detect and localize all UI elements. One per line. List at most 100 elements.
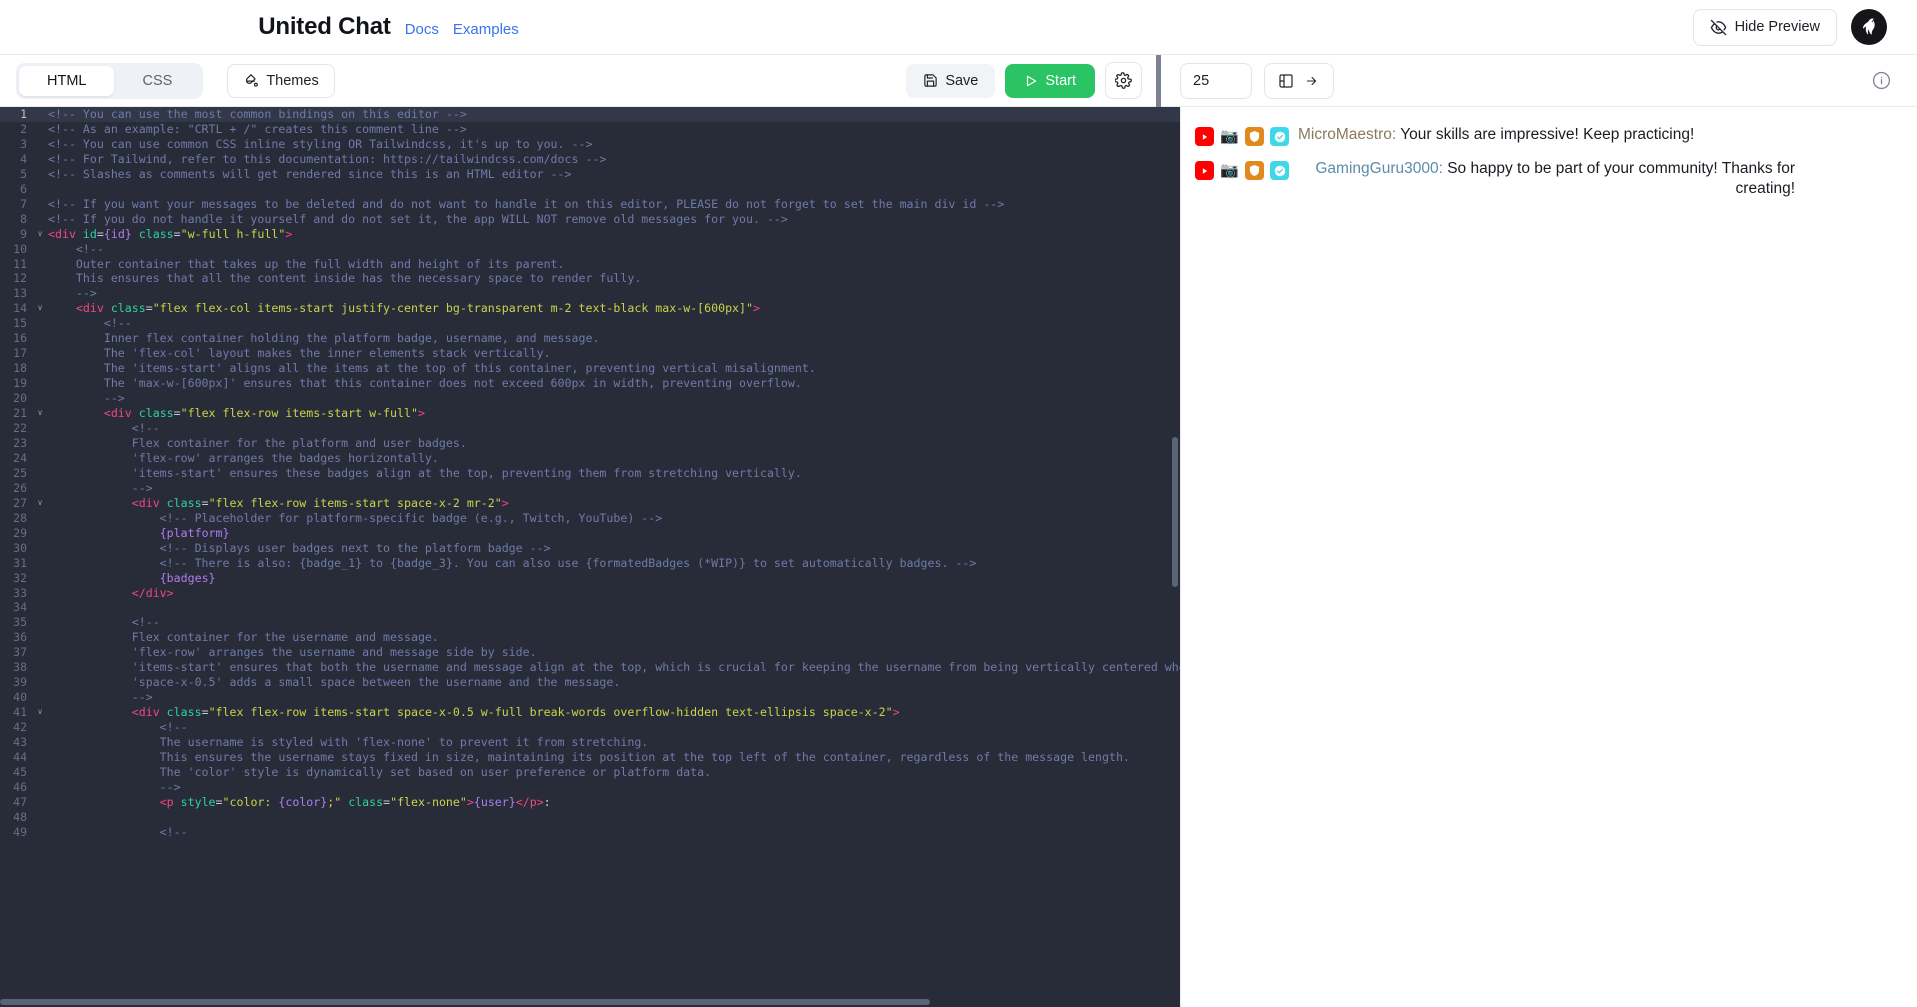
fold-chevron-icon[interactable]: ∨: [34, 301, 46, 316]
code-line[interactable]: 45 The 'color' style is dynamically set …: [0, 765, 1180, 780]
moderator-icon: [1245, 161, 1264, 180]
code-line[interactable]: 15 <!--: [0, 316, 1180, 331]
code-line[interactable]: 21 ∨ <div class="flex flex-row items-star…: [0, 406, 1180, 421]
code-line-content: The 'items-start' aligns all the items a…: [48, 361, 816, 376]
editor-horizontal-scrollbar[interactable]: [0, 996, 1169, 1007]
line-number: 42: [13, 720, 27, 735]
editor-vertical-scrollbar-thumb[interactable]: [1172, 437, 1178, 587]
line-number: 8: [20, 211, 27, 226]
line-number: 20: [13, 391, 27, 406]
code-line[interactable]: 17 The 'flex-col' layout makes the inner…: [0, 346, 1180, 361]
fold-spacer: [34, 541, 46, 556]
top-header: United Chat Docs Examples Hide Preview: [0, 0, 1917, 55]
message-count-input[interactable]: 25: [1180, 62, 1252, 99]
code-line[interactable]: 44 This ensures the username stays fixed…: [0, 750, 1180, 765]
code-line[interactable]: 4 <!-- For Tailwind, refer to this docume…: [0, 152, 1180, 167]
fold-chevron-icon[interactable]: ∨: [34, 705, 46, 720]
code-line[interactable]: 43 The username is styled with 'flex-non…: [0, 735, 1180, 750]
code-line[interactable]: 14 ∨ <div class="flex flex-col items-star…: [0, 301, 1180, 316]
code-line[interactable]: 3 <!-- You can use common CSS inline styl…: [0, 137, 1180, 152]
code-line[interactable]: 18 The 'items-start' aligns all the item…: [0, 361, 1180, 376]
line-number: 27: [13, 495, 27, 510]
tab-html[interactable]: HTML: [19, 65, 115, 96]
code-line[interactable]: 19 The 'max-w-[600px]' ensures that this…: [0, 376, 1180, 391]
code-line[interactable]: 25 'items-start' ensures these badges al…: [0, 466, 1180, 481]
code-line[interactable]: 6: [0, 182, 1180, 197]
info-circle-icon[interactable]: [1872, 71, 1891, 90]
fold-spacer: [34, 257, 46, 272]
code-line[interactable]: 31 <!-- There is also: {badge_1} to {bad…: [0, 556, 1180, 571]
code-line[interactable]: 30 <!-- Displays user badges next to the…: [0, 541, 1180, 556]
preview-toolbar: 25: [1180, 62, 1917, 99]
user-avatar[interactable]: [1851, 9, 1887, 45]
code-line[interactable]: 5 <!-- Slashes as comments will get rende…: [0, 167, 1180, 182]
code-scroll-area[interactable]: 1 <!-- You can use the most common bindin…: [0, 107, 1180, 1007]
code-line[interactable]: 34: [0, 600, 1180, 615]
code-line-content: <div id={id} class="w-full h-full">: [48, 226, 293, 241]
code-line[interactable]: 28 <!-- Placeholder for platform-specifi…: [0, 511, 1180, 526]
code-line[interactable]: 33 </div>: [0, 586, 1180, 601]
fold-chevron-icon[interactable]: ∨: [34, 496, 46, 511]
settings-button[interactable]: [1105, 62, 1142, 99]
code-editor-pane[interactable]: 1 <!-- You can use the most common bindin…: [0, 107, 1180, 1007]
fold-chevron-icon[interactable]: ∨: [34, 227, 46, 242]
start-button[interactable]: Start: [1005, 63, 1095, 98]
line-number: 48: [13, 809, 27, 824]
nav-link-docs[interactable]: Docs: [405, 21, 439, 38]
code-line[interactable]: 27 ∨ <div class="flex flex-row items-star…: [0, 496, 1180, 511]
editor-vertical-scrollbar[interactable]: [1169, 107, 1180, 1007]
code-line[interactable]: 26 -->: [0, 481, 1180, 496]
code-line[interactable]: 48: [0, 810, 1180, 825]
code-line[interactable]: 37 'flex-row' arranges the username and …: [0, 645, 1180, 660]
code-line[interactable]: 38 'items-start' ensures that both the u…: [0, 660, 1180, 675]
layout-direction-button[interactable]: [1264, 62, 1334, 99]
code-line[interactable]: 8 <!-- If you do not handle it yourself a…: [0, 212, 1180, 227]
code-line[interactable]: 32 {badges}: [0, 571, 1180, 586]
save-button[interactable]: Save: [906, 63, 996, 98]
code-line[interactable]: 41 ∨ <div class="flex flex-row items-star…: [0, 705, 1180, 720]
code-line[interactable]: 20 -->: [0, 391, 1180, 406]
code-line-content: 'flex-row' arranges the username and mes…: [48, 645, 537, 660]
code-line[interactable]: 24 'flex-row' arranges the badges horizo…: [0, 451, 1180, 466]
code-line-content: -->: [48, 779, 181, 794]
code-line[interactable]: 39 'space-x-0.5' adds a small space betw…: [0, 675, 1180, 690]
editor-horizontal-scrollbar-thumb[interactable]: [0, 999, 930, 1005]
code-line-content: [46, 182, 1180, 197]
code-line[interactable]: 2 <!-- As an example: "CRTL + /" creates …: [0, 122, 1180, 137]
line-number: 9: [20, 226, 27, 241]
code-line-content: This ensures that all the content inside…: [48, 271, 642, 286]
line-number: 17: [13, 346, 27, 361]
code-line[interactable]: 11 Outer container that takes up the ful…: [0, 257, 1180, 272]
code-line[interactable]: 7 <!-- If you want your messages to be de…: [0, 197, 1180, 212]
code-line-content: <!--: [48, 615, 160, 630]
code-line[interactable]: 46 -->: [0, 780, 1180, 795]
code-line[interactable]: 47 <p style="color: {color};" class="fle…: [0, 795, 1180, 810]
code-line[interactable]: 12 This ensures that all the content ins…: [0, 271, 1180, 286]
line-number: 29: [13, 525, 27, 540]
code-line[interactable]: 9 ∨ <div id={id} class="w-full h-full">: [0, 227, 1180, 242]
save-label: Save: [945, 72, 979, 89]
code-line[interactable]: 23 Flex container for the platform and u…: [0, 436, 1180, 451]
code-line[interactable]: 29 {platform}: [0, 526, 1180, 541]
code-line[interactable]: 42 <!--: [0, 720, 1180, 735]
code-line[interactable]: 10 <!--: [0, 242, 1180, 257]
nav-link-examples[interactable]: Examples: [453, 21, 519, 38]
fold-chevron-icon[interactable]: ∨: [34, 406, 46, 421]
code-line[interactable]: 35 <!--: [0, 615, 1180, 630]
code-line[interactable]: 13 -->: [0, 286, 1180, 301]
hide-preview-button[interactable]: Hide Preview: [1692, 8, 1837, 46]
code-line[interactable]: 40 -->: [0, 690, 1180, 705]
editor-toolbar: HTML CSS Themes Save Start 25: [0, 54, 1917, 107]
code-line[interactable]: 16 Inner flex container holding the plat…: [0, 331, 1180, 346]
code-line[interactable]: 22 <!--: [0, 421, 1180, 436]
line-number: 46: [13, 779, 27, 794]
code-line[interactable]: 36 Flex container for the username and m…: [0, 630, 1180, 645]
fold-spacer: [34, 750, 46, 765]
code-line[interactable]: 1 <!-- You can use the most common bindin…: [0, 107, 1180, 122]
tab-css[interactable]: CSS: [114, 66, 200, 96]
fold-spacer: [34, 182, 46, 197]
themes-button[interactable]: Themes: [227, 63, 335, 98]
fold-spacer: [34, 122, 46, 137]
code-line-content: 'space-x-0.5' adds a small space between…: [48, 675, 621, 690]
code-line[interactable]: 49 <!--: [0, 825, 1180, 840]
